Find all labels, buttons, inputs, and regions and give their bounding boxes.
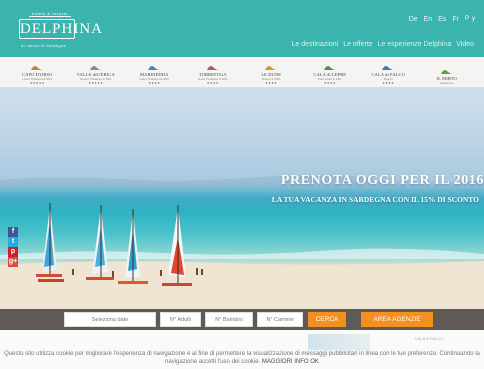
hotel-emblem-icon [323,66,336,70]
nav-destinazioni[interactable]: Le destinazioni [292,41,339,48]
hotel-logo[interactable]: MARINEDDA Hotel Thalasso & SPA ★★★★ [128,59,180,85]
lang-en[interactable]: En [424,16,433,23]
lang-es[interactable]: Es [438,16,446,23]
cookie-accept-link[interactable]: MAGGIORI INFO OK [262,359,319,365]
header: hotels & resorts DELPHINA un amico in Sa… [0,0,484,57]
logo-tagline: hotels & resorts [29,11,71,17]
twitter-icon[interactable]: y [472,16,475,23]
hotel-emblem-icon [206,66,219,70]
hotel-stars: ★★★★ [323,81,336,85]
hotel-logo[interactable]: LE DUNE Resort & SPA ★★★★ [245,59,297,85]
googleplus-icon[interactable]: g+ [8,257,18,267]
lang-de[interactable]: De [409,16,418,23]
header-social: P y [465,16,475,23]
lang-fr[interactable]: Fr [452,16,459,23]
hotel-logo[interactable]: VALLE dell'ERICA Resort Thalasso & SPA ★★★… [70,59,122,85]
hotel-stars: ★★★★ [265,81,278,85]
twitter-icon[interactable]: t [8,237,18,247]
date-input[interactable]: Seleziona date [64,312,156,327]
cookie-text: Questo sito utilizza cookie per migliora… [4,351,480,365]
nav-offerte[interactable]: Le offerte [343,41,372,48]
hotel-logo[interactable]: CALA di FALCO Resort ★★★★ [362,59,414,85]
hotel-stars: ★★★★★ [29,81,45,85]
promo-title: PRENOTA OGGI PER IL 2016 [280,173,484,188]
logo-subtitle: un amico in Sardegna [21,43,66,48]
hero-banner: PRENOTA OGGI PER IL 2016 LA TUA VACANZA … [0,87,484,309]
hotel-stars: ★★★★ [382,81,395,85]
hotel-emblem-icon [440,70,453,74]
agency-area-button[interactable]: AREA AGENZIE [361,312,433,327]
delphina-logo[interactable]: DELPHINA [19,19,103,39]
hotel-subtitle: Residence [439,81,454,85]
hotel-stars: ★★★★ [148,81,161,85]
pinterest-icon[interactable]: p [8,247,18,257]
hotel-stars: ★★★★★ [88,81,104,85]
main-nav: Le destinazioni Le offerte Le esperienze… [292,41,475,48]
hotel-emblem-icon [148,66,161,70]
pinterest-icon[interactable]: P [465,16,469,23]
promo-subtitle: LA TUA VACANZA IN SARDEGNA CON IL 15% DI… [271,195,479,204]
hotel-stars: ★★★★ [206,81,219,85]
hotel-emblem-icon [265,66,278,70]
facebook-icon[interactable]: f [8,227,18,237]
adults-select[interactable]: N° Adulti [160,312,201,327]
hotel-emblem-icon [31,66,44,70]
children-select[interactable]: N° Bambini [205,312,253,327]
hotel-logo[interactable]: CALA di LEPRE Park Hotel & SPA ★★★★ [304,59,356,85]
hotels-strip: CAPO D'ORSO Hotel Thalasso & SPA ★★★★★ VALL… [0,57,484,87]
hotel-logo[interactable]: CAPO D'ORSO Hotel Thalasso & SPA ★★★★★ [11,59,63,85]
nav-esperienze[interactable]: Le esperienze Delphina [378,41,452,48]
nav-video[interactable]: Video [456,41,474,48]
cookie-banner: Questo sito utilizza cookie per migliora… [0,350,484,366]
hotel-emblem-icon [89,66,102,70]
hotel-logo[interactable]: IL MIRTO Residence [421,59,473,85]
social-sidebar: f t p g+ [8,227,18,267]
logo-name: DELPHINA [20,21,103,37]
bottom-section: CALA di FALCO Questo sito utilizza cooki… [0,330,484,369]
rooms-select[interactable]: N° Camere [257,312,303,327]
hotel-emblem-icon [382,66,395,70]
hotel-logo[interactable]: TORREFUGA Hotel Thalasso & SPA ★★★★ [187,59,239,85]
booking-bar: Seleziona date N° Adulti N° Bambini N° C… [0,309,484,330]
search-button[interactable]: CERCA [308,312,346,327]
partner-logo: CALA di FALCO [414,336,444,341]
language-switcher: De En Es Fr P y [409,16,475,23]
